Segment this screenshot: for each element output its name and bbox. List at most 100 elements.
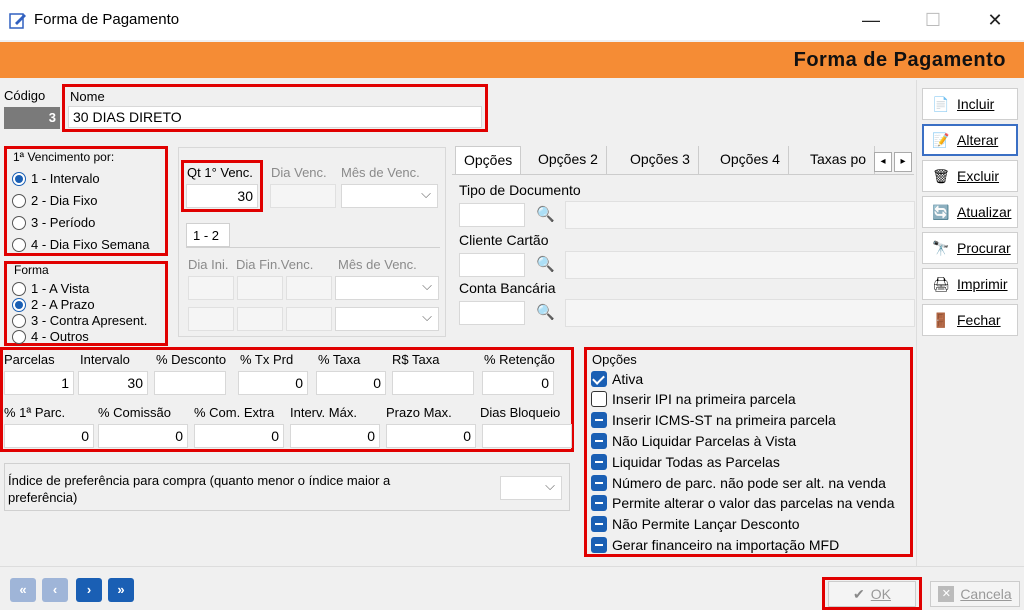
checkbox-icon[interactable] [591, 391, 607, 408]
sidebar-button-label: Atualizar [957, 204, 1012, 220]
period-tab[interactable]: 1 - 2 [186, 223, 230, 247]
close-icon[interactable]: ✕ [982, 8, 1008, 32]
radio-icon[interactable] [12, 193, 26, 208]
dia-fin-extra-input-2[interactable] [286, 307, 332, 331]
tab-options-5[interactable]: Taxas po [802, 146, 876, 174]
next-record-icon[interactable]: › [76, 578, 102, 602]
indice-select[interactable] [500, 476, 562, 500]
last-record-icon[interactable]: » [108, 578, 134, 602]
radio-icon[interactable] [12, 329, 26, 344]
forma-option-1[interactable]: 1 - A Vista [12, 280, 89, 296]
vencimento-option-3[interactable]: 3 - Período [12, 214, 95, 230]
fechar-button[interactable]: 🚪 Fechar [922, 304, 1018, 336]
dia-fin-input-1[interactable] [237, 276, 283, 300]
mes-venc-select[interactable] [341, 184, 438, 208]
opcao-checkbox-row[interactable]: Permite alterar o valor das parcelas na … [591, 495, 894, 512]
cliente-cartao-input[interactable] [459, 253, 525, 277]
tipo-doc-input[interactable] [459, 203, 525, 227]
atualizar-button[interactable]: 🔄 Atualizar [922, 196, 1018, 228]
tab-options-2[interactable]: Opções 2 [530, 146, 607, 174]
opcao-checkbox-row[interactable]: Número de parc. não pode ser alt. na ven… [591, 474, 886, 491]
radio-icon[interactable] [12, 237, 26, 252]
grid-input[interactable]: 0 [98, 424, 188, 448]
mes-venc2-select-2[interactable] [335, 307, 439, 331]
first-record-icon[interactable]: « [10, 578, 36, 602]
grid-input[interactable]: 1 [4, 371, 74, 395]
dia-fin-extra-input-1[interactable] [286, 276, 332, 300]
grid-label: % Comissão [98, 405, 171, 420]
prev-record-icon[interactable]: ‹ [42, 578, 68, 602]
binoculars-icon[interactable]: 🔍 [536, 255, 555, 273]
opcao-label: Ativa [612, 370, 644, 387]
checkbox-icon[interactable] [591, 474, 607, 491]
codigo-field: 3 [4, 107, 60, 129]
radio-icon[interactable] [12, 297, 26, 312]
incluir-button[interactable]: 📄 Incluir [922, 88, 1018, 120]
opcao-label: Número de parc. não pode ser alt. na ven… [612, 474, 886, 491]
tab-scroll-left-icon[interactable]: ◂ [874, 152, 892, 172]
minimize-icon[interactable]: — [858, 8, 884, 32]
grid-input[interactable]: 0 [316, 371, 386, 395]
tab-options-1[interactable]: Opções [455, 146, 522, 174]
grid-input[interactable]: 0 [386, 424, 476, 448]
radio-icon[interactable] [12, 171, 26, 186]
cancel-button[interactable]: ✕ Cancela [930, 581, 1020, 607]
grid-input[interactable]: 30 [78, 371, 148, 395]
opcao-label: Inserir ICMS-ST na primeira parcela [612, 412, 836, 429]
vencimento-option-1[interactable]: 1 - Intervalo [12, 170, 100, 186]
grid-input[interactable]: 0 [194, 424, 284, 448]
maximize-icon[interactable]: ☐ [920, 8, 946, 32]
tab-options-3[interactable]: Opções 3 [622, 146, 699, 174]
opcao-checkbox-row[interactable]: Liquidar Todas as Parcelas [591, 453, 780, 470]
grid-input[interactable]: 0 [4, 424, 94, 448]
checkbox-icon[interactable] [591, 495, 607, 512]
radio-icon[interactable] [12, 313, 26, 328]
radio-icon[interactable] [12, 215, 26, 230]
grid-label: % Com. Extra [194, 405, 275, 420]
grid-input[interactable] [154, 371, 226, 395]
ok-button[interactable]: ✔ OK [828, 581, 916, 607]
dia-venc-input[interactable] [270, 184, 336, 208]
grid-input[interactable] [392, 371, 474, 395]
binoculars-icon[interactable]: 🔍 [536, 303, 555, 321]
checkbox-icon[interactable] [591, 536, 607, 553]
opcao-checkbox-row[interactable]: Gerar financeiro na importação MFD [591, 536, 839, 553]
nome-input[interactable]: 30 DIAS DIRETO [68, 106, 482, 128]
dia-fin-input-2[interactable] [237, 307, 283, 331]
checkbox-icon[interactable] [591, 516, 607, 533]
procurar-button[interactable]: 🔭 Procurar [922, 232, 1018, 264]
grid-input[interactable]: 0 [482, 371, 554, 395]
imprimir-button[interactable]: 🖨 Imprimir [922, 268, 1018, 300]
opcao-checkbox-row[interactable]: Inserir IPI na primeira parcela [591, 391, 796, 408]
mes-venc2-select-1[interactable] [335, 276, 439, 300]
conta-bancaria-input[interactable] [459, 301, 525, 325]
opcao-checkbox-row[interactable]: Ativa [591, 370, 643, 387]
dia-ini-input-1[interactable] [188, 276, 234, 300]
alterar-button[interactable]: 📝 Alterar [922, 124, 1018, 156]
grid-input[interactable] [482, 424, 572, 448]
qt-venc-input[interactable]: 30 [186, 184, 258, 208]
cancel-icon: ✕ [938, 586, 955, 602]
opcao-checkbox-row[interactable]: Não Permite Lançar Desconto [591, 516, 800, 533]
radio-icon[interactable] [12, 281, 26, 296]
vencimento-option-2[interactable]: 2 - Dia Fixo [12, 192, 97, 208]
checkbox-icon[interactable] [591, 412, 607, 429]
opcao-checkbox-row[interactable]: Inserir ICMS-ST na primeira parcela [591, 412, 836, 429]
dia-ini-input-2[interactable] [188, 307, 234, 331]
binoculars-icon[interactable]: 🔍 [536, 205, 555, 223]
refresh-icon: 🔄 [932, 204, 950, 220]
tab-scroll-right-icon[interactable]: ▸ [894, 152, 912, 172]
excluir-button[interactable]: 🗑 Excluir [922, 160, 1018, 192]
grid-label: Parcelas [4, 352, 55, 367]
checkbox-icon[interactable] [591, 432, 607, 449]
grid-input[interactable]: 0 [290, 424, 380, 448]
vencimento-option-4[interactable]: 4 - Dia Fixo Semana [12, 236, 150, 252]
tab-options-4[interactable]: Opções 4 [712, 146, 789, 174]
checkbox-icon[interactable] [591, 370, 607, 387]
checkbox-icon[interactable] [591, 453, 607, 470]
grid-input[interactable]: 0 [238, 371, 308, 395]
opcao-checkbox-row[interactable]: Não Liquidar Parcelas à Vista [591, 432, 796, 449]
forma-option-4[interactable]: 4 - Outros [12, 328, 89, 344]
forma-option-2[interactable]: 2 - A Prazo [12, 296, 95, 312]
forma-option-3[interactable]: 3 - Contra Apresent. [12, 312, 147, 328]
